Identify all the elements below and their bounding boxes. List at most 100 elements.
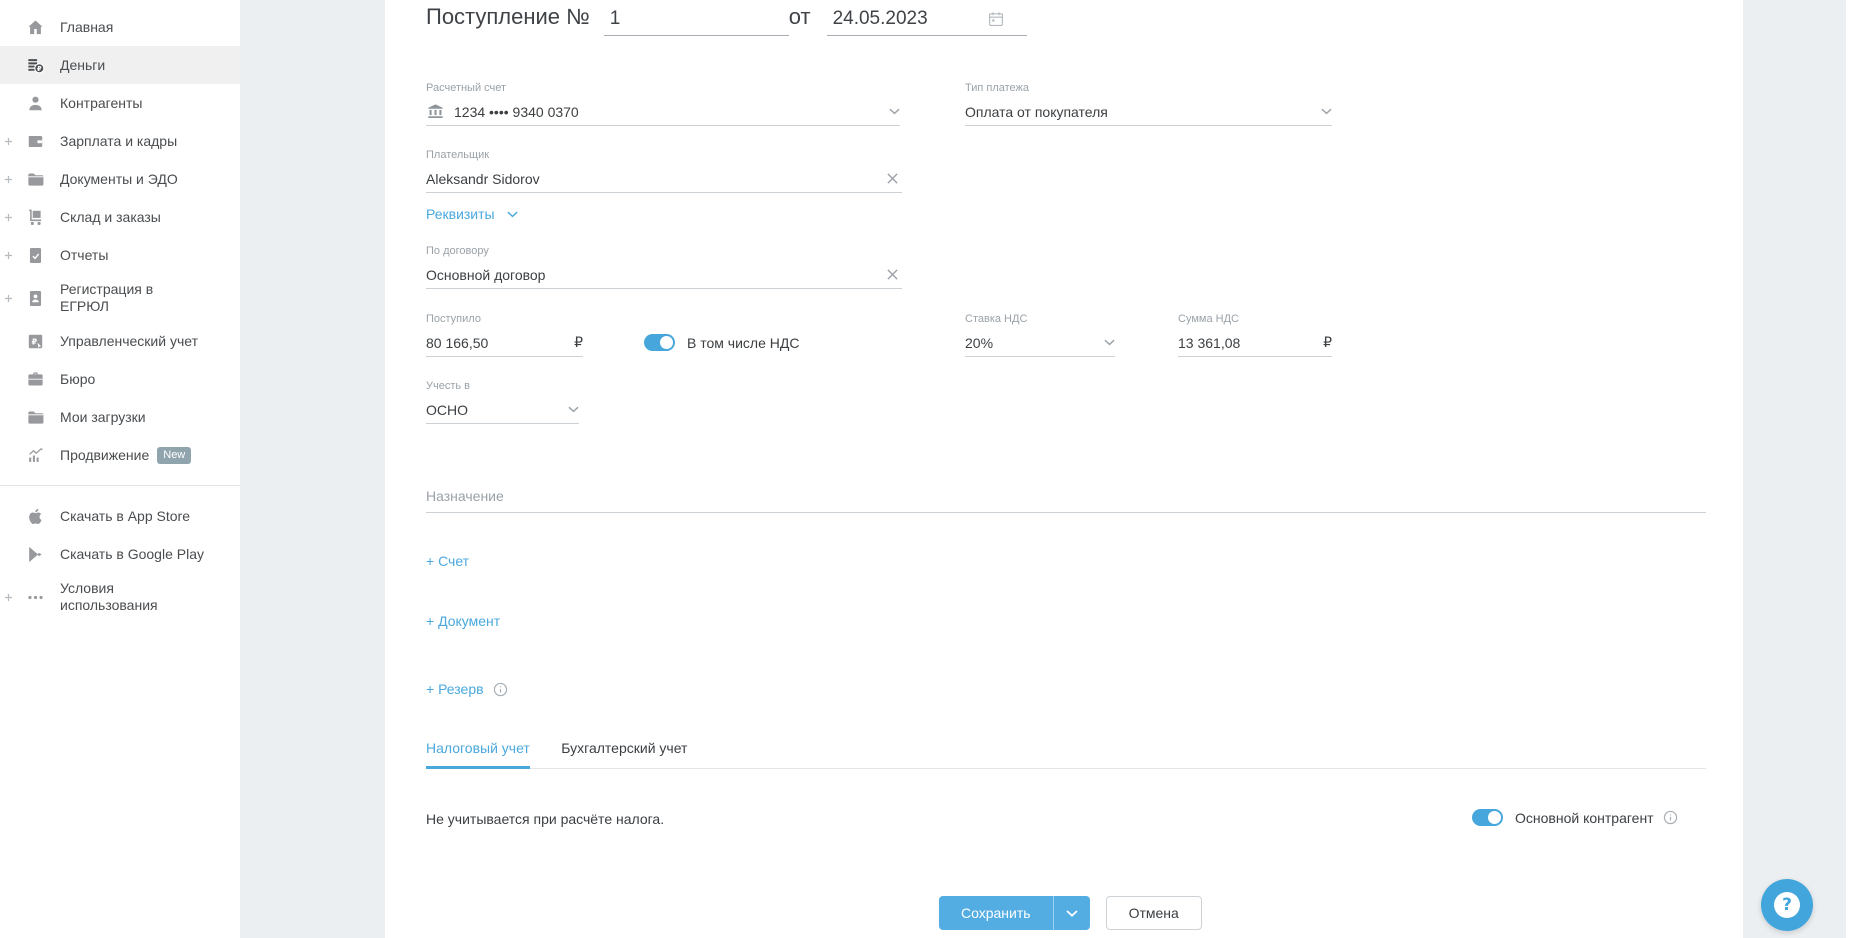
page-title: Поступление № [426, 4, 590, 29]
sidebar-item-salary[interactable]: Зарплата и кадры [0, 122, 240, 160]
sidebar-item-money[interactable]: ₽ Деньги [0, 46, 240, 84]
add-reserve-link[interactable]: + Резерв [426, 681, 508, 697]
documents-folder-icon [23, 170, 47, 189]
receipt-number-input[interactable] [603, 6, 789, 36]
vat-amount-field[interactable]: Сумма НДС 13 361,08 ₽ [1178, 313, 1332, 357]
info-icon[interactable] [493, 682, 508, 697]
salary-icon [23, 132, 47, 151]
contract-value: Основной договор [426, 266, 546, 283]
add-document-link[interactable]: + Документ [426, 613, 500, 629]
account-value: 1234 •••• 9340 0370 [454, 103, 579, 120]
tab-bookkeeping[interactable]: Бухгалтерский учет [561, 740, 687, 766]
purpose-input[interactable] [426, 484, 1706, 513]
vat-included-control: В том числе НДС [644, 334, 799, 351]
sidebar-item-label: Склад и заказы [60, 208, 161, 225]
received-amount-field[interactable]: Поступило 80 166,50 ₽ [426, 313, 583, 357]
registration-icon [23, 289, 47, 308]
details-link[interactable]: Реквизиты [426, 206, 518, 222]
sidebar-item-management[interactable]: ₽ Управленческий учет [0, 322, 240, 360]
chevron-down-icon [1315, 108, 1332, 115]
sidebar-item-label: Деньги [60, 56, 106, 73]
expand-plus-icon[interactable] [0, 294, 17, 303]
sidebar-item-label: Бюро [60, 370, 96, 387]
expand-plus-icon[interactable] [0, 137, 17, 146]
right-gutter [1743, 0, 1846, 938]
chevron-down-icon [883, 108, 900, 115]
sidebar-item-home[interactable]: Главная [0, 8, 240, 46]
cancel-button[interactable]: Отмена [1105, 896, 1202, 930]
sidebar-divider [0, 485, 240, 486]
svg-text:₽: ₽ [31, 337, 37, 346]
payment-type-field[interactable]: Тип платежа Оплата от покупателя [965, 82, 1332, 126]
sidebar-item-documents[interactable]: Документы и ЭДО [0, 160, 240, 198]
sidebar-item-label: Зарплата и кадры [60, 132, 178, 149]
vat-amount-value: 13 361,08 [1178, 334, 1241, 351]
form-actions: Сохранить Отмена [939, 896, 1202, 930]
ellipsis-icon [23, 588, 47, 607]
sidebar-item-bureau[interactable]: Бюро [0, 360, 240, 398]
date-preposition: от [788, 4, 811, 29]
sidebar-item-registration[interactable]: Регистрация в ЕГРЮЛ [0, 274, 240, 322]
scrollbar-track[interactable] [1846, 0, 1853, 938]
calendar-icon[interactable] [987, 10, 1005, 28]
warehouse-trolley-icon [23, 208, 47, 227]
account-in-value: ОСНО [426, 401, 468, 418]
chevron-down-icon [1098, 339, 1115, 346]
clear-icon[interactable] [883, 265, 902, 284]
accounting-tabs: Налоговый учет Бухгалтерский учет [426, 740, 1706, 769]
bank-icon [426, 102, 445, 121]
receipt-form: Поступление № от Расчетный счет 1234 •••… [385, 0, 1743, 938]
chevron-down-icon [562, 406, 579, 413]
downloads-folder-icon [23, 408, 47, 427]
main-contractor-label: Основной контрагент [1515, 809, 1654, 826]
contract-field[interactable]: По договору Основной договор [426, 245, 902, 289]
account-in-field[interactable]: Учесть в ОСНО [426, 380, 579, 424]
sidebar-item-warehouse[interactable]: Склад и заказы [0, 198, 240, 236]
sidebar-item-downloads[interactable]: Мои загрузки [0, 398, 240, 436]
google-play-icon [23, 545, 47, 564]
apple-icon [23, 507, 47, 526]
main-contractor-toggle[interactable] [1472, 809, 1503, 826]
new-badge: New [157, 446, 192, 464]
money-icon: ₽ [23, 56, 47, 75]
help-button[interactable]: ? [1761, 879, 1813, 931]
sidebar-item-label: Документы и ЭДО [60, 170, 178, 187]
expand-plus-icon[interactable] [0, 251, 17, 260]
sidebar-item-promotion[interactable]: Продвижение New [0, 436, 240, 474]
question-mark-icon: ? [1774, 892, 1800, 918]
sidebar-item-app-store[interactable]: Скачать в App Store [0, 497, 240, 535]
save-button[interactable]: Сохранить [939, 896, 1053, 930]
expand-plus-icon[interactable] [0, 213, 17, 222]
sidebar-item-label: Отчеты [60, 246, 109, 263]
sidebar-item-label: Главная [60, 18, 114, 35]
vat-rate-field[interactable]: Ставка НДС 20% [965, 313, 1115, 357]
vat-included-toggle[interactable] [644, 334, 675, 351]
sidebar-item-label: Скачать в App Store [60, 507, 190, 524]
sidebar-item-label: Продвижение [60, 446, 150, 463]
account-field[interactable]: Расчетный счет 1234 •••• 9340 0370 [426, 82, 900, 126]
sidebar-item-reports[interactable]: Отчеты [0, 236, 240, 274]
sidebar-item-terms[interactable]: Условия использования [0, 573, 240, 621]
add-invoice-link[interactable]: + Счет [426, 553, 469, 569]
expand-plus-icon[interactable] [0, 175, 17, 184]
sidebar-item-google-play[interactable]: Скачать в Google Play [0, 535, 240, 573]
expand-plus-icon[interactable] [0, 593, 17, 602]
info-icon[interactable] [1663, 810, 1678, 825]
form-title-row: Поступление № от [426, 4, 1027, 36]
sidebar-item-contractors[interactable]: Контрагенты [0, 84, 240, 122]
received-amount-value: 80 166,50 [426, 334, 489, 351]
date-field[interactable] [826, 6, 1027, 36]
clear-icon[interactable] [883, 169, 902, 188]
main-contractor-control: Основной контрагент [1472, 809, 1678, 826]
save-options-button[interactable] [1054, 896, 1090, 930]
tab-tax-accounting[interactable]: Налоговый учет [426, 740, 530, 769]
sidebar-item-label: Скачать в Google Play [60, 545, 204, 562]
sidebar-item-label: Регистрация в ЕГРЮЛ [60, 281, 154, 314]
date-input[interactable] [826, 6, 987, 35]
payer-field[interactable]: Плательщик Aleksandr Sidorov [426, 149, 902, 193]
vat-included-label: В том числе НДС [687, 334, 800, 351]
promotion-chart-icon [23, 446, 47, 465]
management-ruble-icon: ₽ [23, 332, 47, 351]
save-split-button: Сохранить [939, 896, 1090, 930]
ruble-sign: ₽ [1323, 334, 1332, 351]
